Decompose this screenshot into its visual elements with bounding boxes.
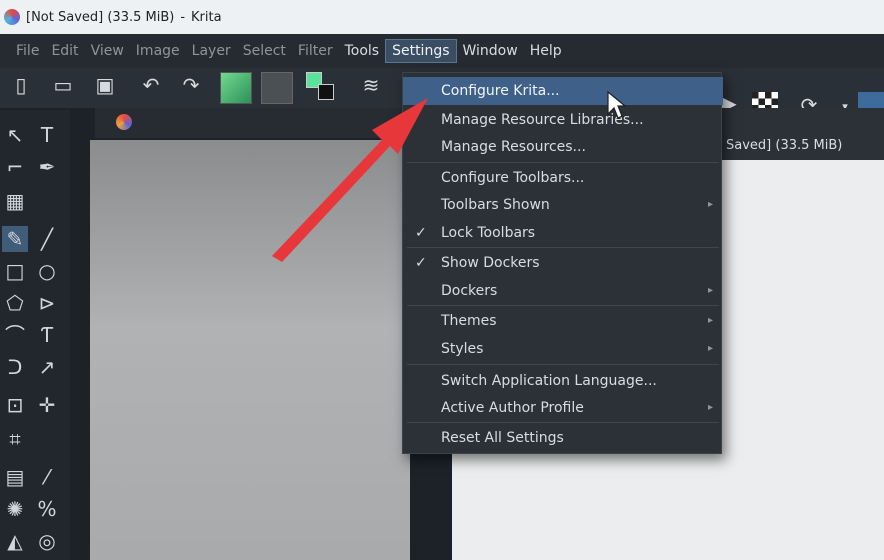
ellipse-tool-icon[interactable]: ○: [34, 258, 60, 284]
menu-item-lock-toolbars[interactable]: ✓ Lock Toolbars: [403, 219, 723, 247]
undo-icon[interactable]: ↶: [138, 72, 164, 98]
menu-item-configure-krita[interactable]: Configure Krita...: [403, 77, 723, 105]
polygon-tool-icon[interactable]: ⬠: [2, 290, 28, 316]
title-separator: -: [180, 9, 186, 25]
menu-separator: [407, 364, 719, 365]
brush-tool-icon[interactable]: ✎: [2, 226, 28, 252]
menu-tools[interactable]: Tools: [339, 40, 386, 62]
menu-edit[interactable]: Edit: [45, 40, 84, 62]
fill-bucket-icon[interactable]: ◭: [2, 528, 28, 554]
crop-tool-icon[interactable]: ⌗: [2, 426, 28, 452]
new-document-icon[interactable]: ▯: [8, 72, 34, 98]
menu-item-styles[interactable]: Styles ▸: [403, 335, 723, 363]
document-tab-icon[interactable]: [116, 114, 132, 130]
multibrush-icon[interactable]: ↗: [34, 354, 60, 380]
menu-item-dockers[interactable]: Dockers ▸: [403, 277, 723, 305]
menu-help[interactable]: Help: [524, 40, 568, 62]
menu-item-themes[interactable]: Themes ▸: [403, 307, 723, 335]
open-folder-icon[interactable]: ▭: [50, 72, 76, 98]
menu-settings[interactable]: Settings: [385, 39, 457, 63]
submenu-arrow-icon: ▸: [707, 285, 713, 296]
menu-separator: [407, 247, 719, 248]
rectangle-tool-icon[interactable]: □: [2, 258, 28, 284]
menu-item-toolbars-shown[interactable]: Toolbars Shown ▸: [403, 191, 723, 219]
mouse-cursor-icon: [607, 90, 626, 119]
toolbox-panel: ↖ T ⌐ ✒ ▦ ✎ ╱ □ ○ ⬠ ⊳ ⌒ Ƭ ᑐ ↗ ⊡ ✛ ⌗ ▤ ⁄ …: [0, 110, 70, 560]
menu-item-reset-all-settings[interactable]: Reset All Settings: [403, 424, 723, 452]
freehand-path-icon[interactable]: Ƭ: [34, 322, 60, 348]
menu-window[interactable]: Window: [457, 40, 524, 62]
assistant-tool-icon[interactable]: ▦: [2, 188, 28, 214]
menu-select[interactable]: Select: [237, 40, 292, 62]
menu-separator: [407, 422, 719, 423]
title-bar: [Not Saved] (33.5 MiB) - Krita: [0, 0, 884, 34]
krita-logo-icon: [4, 9, 20, 25]
menu-separator: [407, 305, 719, 306]
polyline-tool-icon[interactable]: ⊳: [34, 290, 60, 316]
redo-icon[interactable]: ↷: [178, 72, 204, 98]
line-tool-icon[interactable]: ╱: [34, 226, 60, 252]
settings-dropdown-menu: Configure Krita... Manage Resource Libra…: [402, 72, 723, 454]
red-arrow-annotation: [272, 98, 428, 262]
menu-filter[interactable]: Filter: [292, 40, 339, 62]
submenu-arrow-icon: ▸: [707, 402, 713, 413]
menu-separator: [407, 162, 719, 163]
menu-bar: File Edit View Image Layer Select Filter…: [0, 34, 884, 68]
text-tool-icon[interactable]: T: [34, 122, 60, 148]
gradient-selector[interactable]: [220, 72, 252, 104]
submenu-arrow-icon: ▸: [707, 199, 713, 210]
menu-layer[interactable]: Layer: [186, 40, 237, 62]
doc-size: (33.5 MiB): [107, 9, 175, 25]
red-arrow-icon: [272, 98, 428, 262]
gradient-tool-icon[interactable]: ▤: [2, 464, 28, 490]
menu-item-show-dockers[interactable]: ✓ Show Dockers: [403, 249, 723, 277]
move-tool-icon[interactable]: ✛: [34, 392, 60, 418]
smart-patch-icon[interactable]: ✺: [2, 496, 28, 522]
menu-item-manage-resource-libraries[interactable]: Manage Resource Libraries...: [403, 106, 723, 134]
transform-tool-icon[interactable]: ⊡: [2, 392, 28, 418]
app-name: Krita: [191, 9, 222, 25]
save-icon[interactable]: ▣: [92, 72, 118, 98]
menu-file[interactable]: File: [10, 40, 45, 62]
bezier-tool-icon[interactable]: ⌒: [2, 322, 28, 348]
enclose-fill-icon[interactable]: ◎: [34, 528, 60, 554]
secondary-doc-label: Saved] (33.5 MiB): [726, 138, 843, 153]
fill-tool-icon[interactable]: %: [34, 496, 60, 522]
menu-image[interactable]: Image: [130, 40, 186, 62]
dynamic-brush-icon[interactable]: ᑐ: [2, 354, 28, 380]
calligraphy-icon[interactable]: ✒: [34, 154, 60, 180]
select-shapes-icon[interactable]: ↖: [2, 122, 28, 148]
menu-item-configure-toolbars[interactable]: Configure Toolbars...: [403, 164, 723, 192]
submenu-arrow-icon: ▸: [707, 343, 713, 354]
menu-item-switch-application-language[interactable]: Switch Application Language...: [403, 367, 723, 395]
menu-view[interactable]: View: [85, 40, 130, 62]
menu-item-manage-resources[interactable]: Manage Resources...: [403, 133, 723, 161]
color-picker-icon[interactable]: ⁄: [34, 464, 60, 490]
edit-shapes-icon[interactable]: ⌐: [2, 154, 28, 180]
submenu-arrow-icon: ▸: [707, 315, 713, 326]
menu-item-active-author-profile[interactable]: Active Author Profile ▸: [403, 394, 723, 422]
doc-status: [Not Saved]: [26, 9, 104, 25]
